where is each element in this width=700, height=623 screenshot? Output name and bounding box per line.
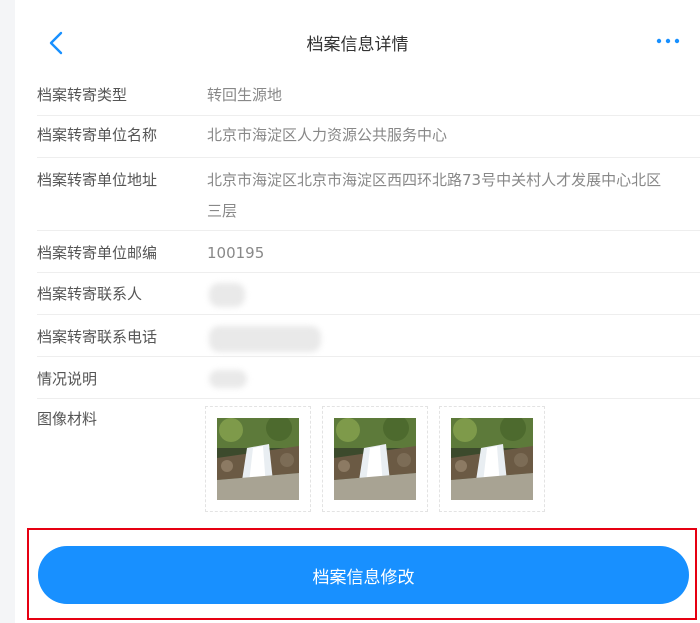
field-row-contact: 档案转寄联系人 [37,283,700,307]
redacted-note-blur [209,370,247,388]
field-row-type: 档案转寄类型 转回生源地 [37,84,700,107]
field-value-redacted [207,283,700,307]
edit-archive-button[interactable]: 档案信息修改 [38,546,689,604]
field-value-redacted [207,326,700,352]
redacted-phone-blur [209,326,321,352]
divider [37,314,700,315]
page-title: 档案信息详情 [306,35,409,55]
waterfall-photo-icon [334,418,416,500]
divider [37,356,700,357]
field-label: 档案转寄单位地址 [37,171,158,189]
field-value-redacted [207,368,700,388]
divider [37,157,700,158]
field-label: 情况说明 [37,370,98,388]
field-label: 图像材料 [37,410,98,428]
field-row-postcode: 档案转寄单位邮编 100195 [37,242,700,265]
field-label: 档案转寄类型 [37,86,128,104]
waterfall-photo-icon [217,418,299,500]
field-row-unit: 档案转寄单位名称 北京市海淀区人力资源公共服务中心 [37,124,700,147]
image-thumbnail[interactable] [439,406,545,512]
divider [37,230,700,231]
field-label: 档案转寄联系电话 [37,328,158,346]
divider [37,398,700,399]
image-thumbnail[interactable] [322,406,428,512]
field-label: 档案转寄联系人 [37,285,143,303]
field-value: 北京市海淀区人力资源公共服务中心 [207,126,448,144]
field-row-phone: 档案转寄联系电话 [37,326,700,352]
field-row-note: 情况说明 [37,368,700,391]
field-label: 档案转寄单位名称 [37,126,158,144]
waterfall-photo-icon [451,418,533,500]
header-bar: 档案信息详情 [15,0,700,88]
image-thumbnail[interactable] [205,406,311,512]
field-label: 档案转寄单位邮编 [37,244,158,262]
field-value: 100195 [207,244,265,262]
field-value: 北京市海淀区北京市海淀区西四环北路73号中关村人才发展中心北区三层 [207,171,662,220]
more-horizontal-icon [656,38,680,44]
field-value: 转回生源地 [207,86,283,104]
more-button[interactable] [650,26,686,56]
divider [37,115,700,116]
field-row-address: 档案转寄单位地址 北京市海淀区北京市海淀区西四环北路73号中关村人才发展中心北区… [37,169,700,227]
divider [37,272,700,273]
left-edge-strip [0,0,15,623]
redacted-name-blur [209,283,245,307]
